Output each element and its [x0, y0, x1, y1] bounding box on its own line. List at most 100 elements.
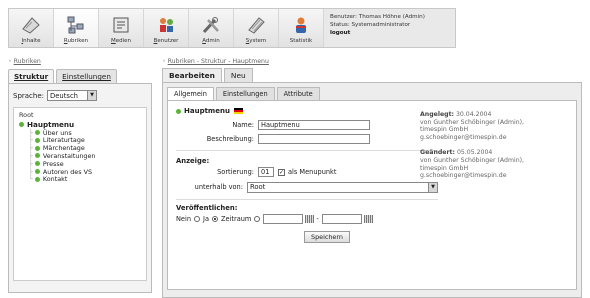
main-toolbar: Inhalte Rubriken Medien Benutzer Admin S…	[8, 8, 456, 48]
below-label: unterhalb von:	[194, 183, 243, 191]
toolbar-admin-label: dmin	[205, 38, 220, 44]
rubriken-icon	[67, 16, 84, 34]
below-row: unterhalb von: Root ▼	[176, 179, 438, 195]
below-value: Root	[249, 183, 266, 191]
tree-root[interactable]: Root	[19, 111, 141, 120]
toolbar-benutzer[interactable]: Benutzer	[144, 9, 189, 47]
tree-item[interactable]: └ Kontakt	[19, 175, 141, 184]
language-select[interactable]: Deutsch ▼	[47, 90, 98, 101]
tab-neu[interactable]: Neu	[223, 68, 253, 82]
structure-tree: Root Hauptmenu ├ Über uns ├ Literaturtag…	[13, 107, 147, 281]
sub-tabs: Allgemein Einstellungen Attribute	[167, 87, 577, 100]
content-icon	[22, 17, 40, 34]
sort-row: Sortierung: 01 ✓ als Menupunkt	[176, 165, 438, 179]
language-label: Sprache:	[13, 91, 45, 100]
edit-tabs: Bearbeiten Neu	[162, 68, 582, 82]
divider	[176, 150, 438, 151]
tree-item-label: Märchentage	[42, 144, 85, 153]
breadcrumb-rubriken[interactable]: Rubriken	[14, 58, 41, 65]
form-heading: Hauptmenu	[176, 107, 438, 115]
name-field[interactable]: Hauptmenu	[258, 120, 370, 130]
save-button[interactable]: Speichern	[304, 231, 350, 243]
language-row: Sprache: Deutsch ▼	[13, 90, 147, 101]
divider	[176, 199, 438, 200]
description-field[interactable]	[258, 134, 370, 144]
no-label: Nein	[176, 215, 192, 223]
calendar-icon[interactable]	[363, 215, 373, 223]
tree-item-label: Über uns	[42, 128, 72, 137]
active-dot-icon	[34, 153, 40, 159]
save-row: Speichern	[176, 231, 438, 243]
below-select[interactable]: Root ▼	[246, 181, 438, 193]
active-dot-icon	[34, 145, 40, 151]
left-tabs: Struktur Einstellungen	[8, 69, 152, 83]
toolbar-system-label: ystem	[249, 38, 267, 44]
users-icon	[160, 18, 173, 32]
statistics-icon	[296, 17, 306, 33]
toolbar-medien-label: edien	[115, 38, 132, 44]
tab-einstellungen[interactable]: Einstellungen	[56, 69, 117, 83]
created-email: g.schoebinger@timespin.de	[420, 133, 507, 141]
right-panel: ◦ Rubriken - Struktur - Hauptmenu Bearbe…	[162, 58, 582, 298]
created-title: Angelegt:	[420, 111, 454, 118]
tab-struktur[interactable]: Struktur	[8, 69, 55, 83]
user-line: Benutzer: Thomas Höhne (Admin)	[330, 14, 425, 20]
left-panel: ◦ Rubriken Struktur Einstellungen Sprach…	[8, 58, 152, 296]
logout-link[interactable]: logout	[330, 30, 350, 36]
toolbar-statistik[interactable]: Statistik	[279, 9, 324, 47]
media-icon	[113, 17, 129, 33]
publish-no-radio[interactable]	[194, 216, 201, 222]
language-value: Deutsch	[50, 91, 78, 100]
period-end-field[interactable]	[321, 214, 362, 224]
description-row: Beschreibung:	[176, 132, 438, 146]
toolbar-medien[interactable]: Medien	[99, 9, 144, 47]
tree-item[interactable]: ├ Autoren des VS	[19, 168, 141, 177]
created-date: 30.04.2004	[455, 111, 492, 118]
form-fields: Hauptmenu Name: Hauptmenu Beschreibung: …	[176, 107, 438, 243]
description-label: Beschreibung:	[206, 135, 254, 143]
breadcrumb-path[interactable]: Rubriken - Struktur - Hauptmenu	[168, 58, 269, 65]
subtab-einstellungen[interactable]: Einstellungen	[215, 87, 275, 100]
tree-item-label: Veranstaltungen	[42, 151, 96, 160]
toolbar-system[interactable]: System	[234, 9, 279, 47]
tree-item[interactable]: ├ Veranstaltungen	[19, 151, 141, 161]
form-heading-label: Hauptmenu	[184, 107, 230, 115]
subtab-attribute[interactable]: Attribute	[276, 87, 320, 100]
as-menu-label: als Menupunkt	[288, 168, 337, 176]
status-line: Status: Systemadministrator	[330, 22, 411, 28]
tree-hauptmenu[interactable]: Hauptmenu	[19, 120, 141, 129]
changed-date: 05.05.2004	[456, 149, 493, 157]
toolbar-rubriken[interactable]: Rubriken	[54, 9, 99, 47]
left-breadcrumb: ◦ Rubriken	[8, 58, 152, 68]
toolbar-admin[interactable]: Admin	[189, 9, 234, 47]
display-section-title: Anzeige:	[176, 157, 210, 165]
user-info: Benutzer: Thomas Höhne (Admin) Status: S…	[324, 9, 431, 47]
meta-info: Angelegt: 30.04.2004 von Gunther Schöbin…	[420, 111, 580, 180]
sort-field[interactable]: 01	[258, 167, 274, 177]
tree-item-label: Presse	[42, 159, 64, 168]
changed-email: g.schoebinger@timespin.de	[420, 172, 507, 180]
calendar-icon[interactable]	[305, 215, 315, 223]
publish-yes-radio[interactable]	[212, 216, 219, 222]
right-breadcrumb: ◦ Rubriken - Struktur - Hauptmenu	[162, 58, 582, 68]
toolbar-statistik-label: Statistik	[289, 38, 313, 44]
toolbar-inhalte[interactable]: Inhalte	[9, 9, 54, 47]
active-dot-icon	[34, 161, 40, 167]
period-start-field[interactable]	[263, 214, 304, 224]
tree-item-label: Literaturtage	[42, 136, 85, 145]
active-dot-icon	[34, 130, 40, 136]
toolbar-rubriken-label: ubriken	[67, 38, 89, 44]
structure-panel: Sprache: Deutsch ▼ Root Hauptmenu ├ Über…	[8, 83, 152, 293]
active-dot-icon	[34, 137, 40, 143]
active-dot-icon	[34, 176, 40, 182]
tab-bearbeiten[interactable]: Bearbeiten	[162, 68, 222, 82]
publish-period-radio[interactable]	[254, 216, 261, 222]
tab-einstellungen-label: Einstellungen	[62, 72, 111, 81]
tree-item-label: Kontakt	[42, 175, 68, 184]
name-row: Name: Hauptmenu	[176, 118, 438, 132]
subtab-allgemein[interactable]: Allgemein	[167, 87, 214, 100]
created-company: timespin GmbH	[420, 126, 469, 134]
as-menu-checkbox[interactable]: ✓	[278, 168, 285, 176]
active-dot-icon	[34, 169, 40, 175]
system-icon	[248, 17, 265, 34]
